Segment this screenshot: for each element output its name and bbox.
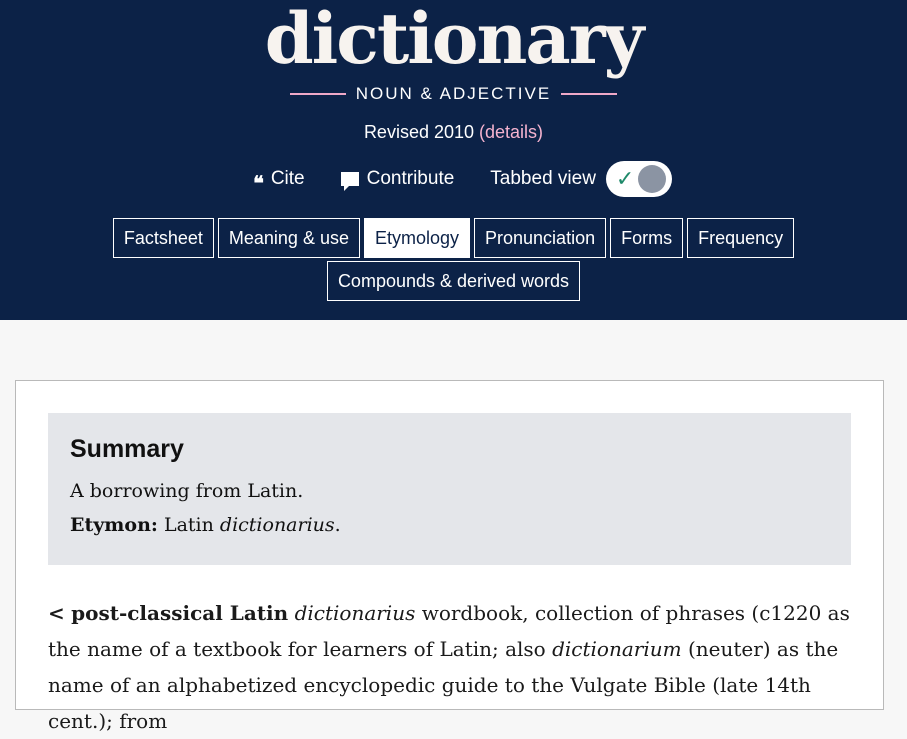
speech-bubble-icon <box>340 172 359 191</box>
etymology-text: < post-classical Latin dictionarius word… <box>48 595 858 739</box>
checkmark-icon: ✓ <box>615 166 635 191</box>
tab-pronunciation[interactable]: Pronunciation <box>474 218 607 258</box>
summary-line: A borrowing from Latin. <box>70 480 304 502</box>
etymon-end: . <box>334 514 341 536</box>
etymology-source-language[interactable]: post-classical Latin <box>71 601 288 625</box>
tab-frequency[interactable]: Frequency <box>687 218 795 258</box>
header: dictionary NOUN & ADJECTIVE Revised 2010… <box>0 0 907 320</box>
summary-heading: Summary <box>70 435 184 463</box>
revised-text: Revised 2010 <box>363 122 475 142</box>
tab-factsheet[interactable]: Factsheet <box>112 218 214 258</box>
cite-label: Cite <box>270 168 305 189</box>
etymon-label: Etymon: <box>70 514 158 536</box>
etymology-word-1: dictionarius <box>294 601 416 625</box>
tab-meaning-and-use[interactable]: Meaning & use <box>217 218 360 258</box>
contribute-button[interactable]: Contribute <box>340 168 455 191</box>
etymon-line: Etymon: Latin dictionarius. <box>70 508 829 542</box>
revision-info: Revised 2010 (details) <box>0 122 907 143</box>
tab-etymology[interactable]: Etymology <box>363 218 471 258</box>
tabbed-view-label: Tabbed view <box>490 168 596 189</box>
etymology-symbol: < <box>48 601 65 625</box>
part-of-speech-row: NOUN & ADJECTIVE <box>0 82 907 106</box>
details-link[interactable]: (details) <box>479 122 543 142</box>
contribute-label: Contribute <box>366 168 455 189</box>
part-of-speech: NOUN & ADJECTIVE <box>355 84 552 103</box>
etymology-panel: Summary A borrowing from Latin. Etymon: … <box>15 380 884 733</box>
cite-button[interactable]: ❝ Cite <box>253 165 305 193</box>
divider-line-left <box>289 93 346 95</box>
toggle-knob <box>637 165 666 193</box>
summary-box: Summary A borrowing from Latin. Etymon: … <box>48 413 851 565</box>
tab-compounds-and-derived-words[interactable]: Compounds & derived words <box>326 261 581 301</box>
etymology-word-2: dictionarium <box>552 637 682 661</box>
tabbed-view-control: Tabbed view ✓ <box>490 161 672 197</box>
action-bar: ❝ Cite Contribute Tabbed view ✓ <box>0 160 907 198</box>
tabbed-view-toggle[interactable]: ✓ <box>605 161 672 197</box>
etymon-language: Latin <box>163 514 214 536</box>
tab-bar-row-1: Factsheet Meaning & use Etymology Pronun… <box>0 218 907 258</box>
quote-icon: ❝ <box>253 171 264 195</box>
divider-line-right <box>561 93 618 95</box>
etymon-word: dictionarius <box>219 514 335 536</box>
headword-title: dictionary <box>264 0 645 80</box>
tab-bar-row-2: Compounds & derived words <box>0 261 907 301</box>
tab-forms[interactable]: Forms <box>610 218 684 258</box>
